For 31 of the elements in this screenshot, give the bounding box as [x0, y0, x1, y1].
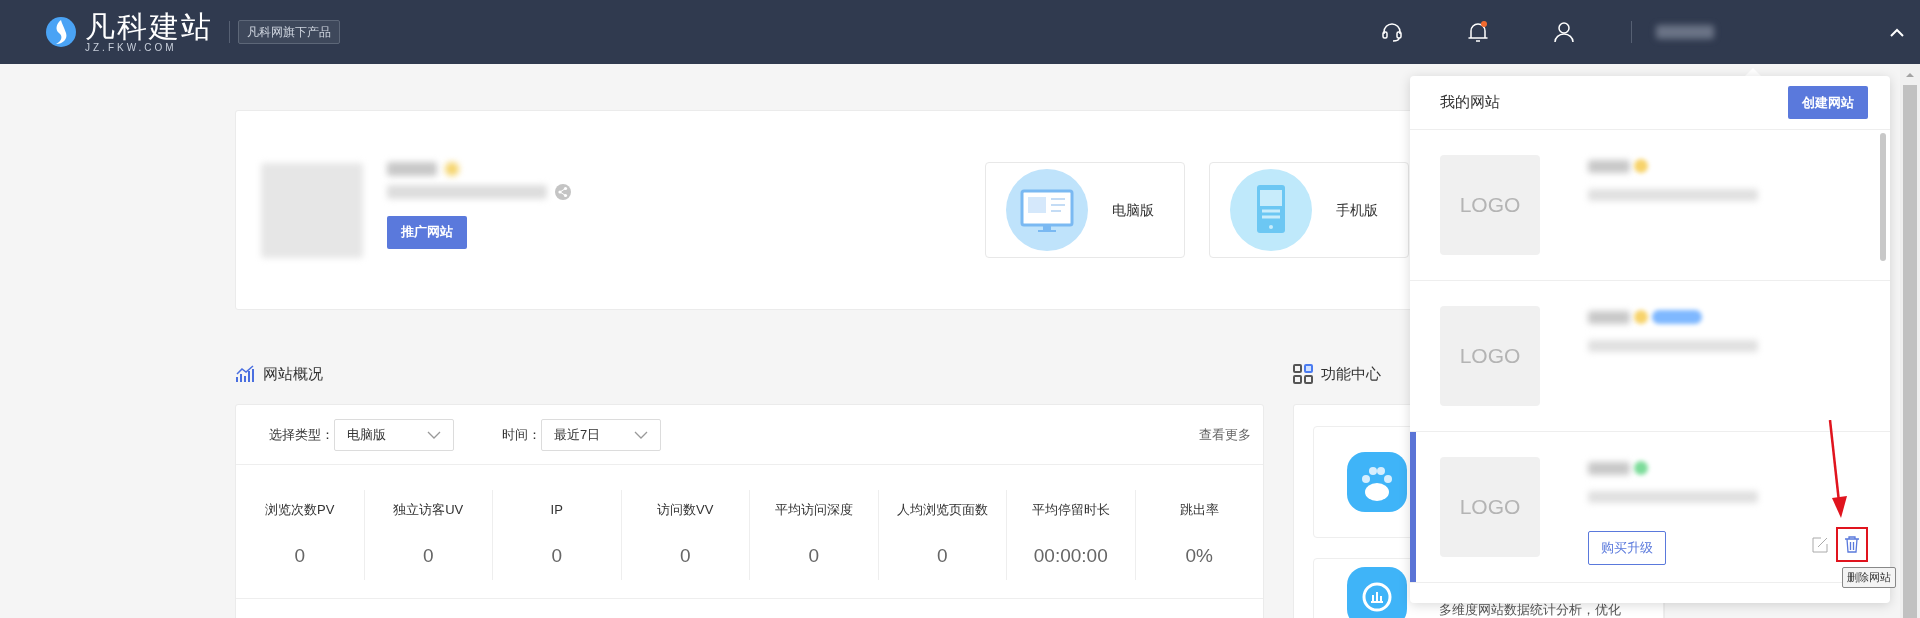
feature-description: 多维度网站数据统计分析，优化 [1439, 603, 1621, 617]
logo-title: 凡科建站 [85, 11, 213, 42]
stat-value: 0 [807, 543, 821, 568]
logo-subtitle: JZ.FKW.COM [85, 41, 178, 53]
stat-label: 平均停留时长 [1030, 501, 1111, 519]
stat-value: 0 [550, 543, 564, 568]
stat-label: 跳出率 [1178, 501, 1220, 519]
logo-placeholder: LOGO [1440, 457, 1540, 557]
section-title: 网站概况 [263, 363, 323, 384]
stat-label: 浏览次数PV [264, 501, 336, 519]
logo-placeholder: LOGO [1440, 155, 1540, 255]
stat-value: 0 [421, 543, 435, 568]
stat-value: 0 [678, 543, 692, 568]
filter-label: 选择类型： [269, 425, 334, 444]
section-title: 功能中心 [1321, 363, 1381, 384]
tooltip: 删除网站 [1842, 567, 1896, 588]
logo-placeholder: LOGO [1440, 306, 1540, 406]
version-label: 手机版 [1336, 200, 1378, 220]
stat-label: 独立访客UV [392, 501, 465, 519]
stat-label: 人均浏览页面数 [895, 501, 989, 519]
stat-value: 0% [1184, 543, 1214, 568]
stat-label: 访问数VV [656, 501, 715, 519]
version-label: 电脑版 [1112, 200, 1154, 220]
stat-label: 平均访问深度 [773, 501, 854, 519]
filter-label: 时间： [502, 425, 541, 444]
product-label: 凡科网旗下产品 [238, 20, 340, 44]
stat-value: 00:00:00 [1032, 543, 1109, 568]
stat-label: IP [549, 501, 564, 519]
dropdown-title: 我的网站 [1440, 92, 1500, 113]
stat-value: 0 [293, 543, 307, 568]
stat-value: 0 [935, 543, 949, 568]
